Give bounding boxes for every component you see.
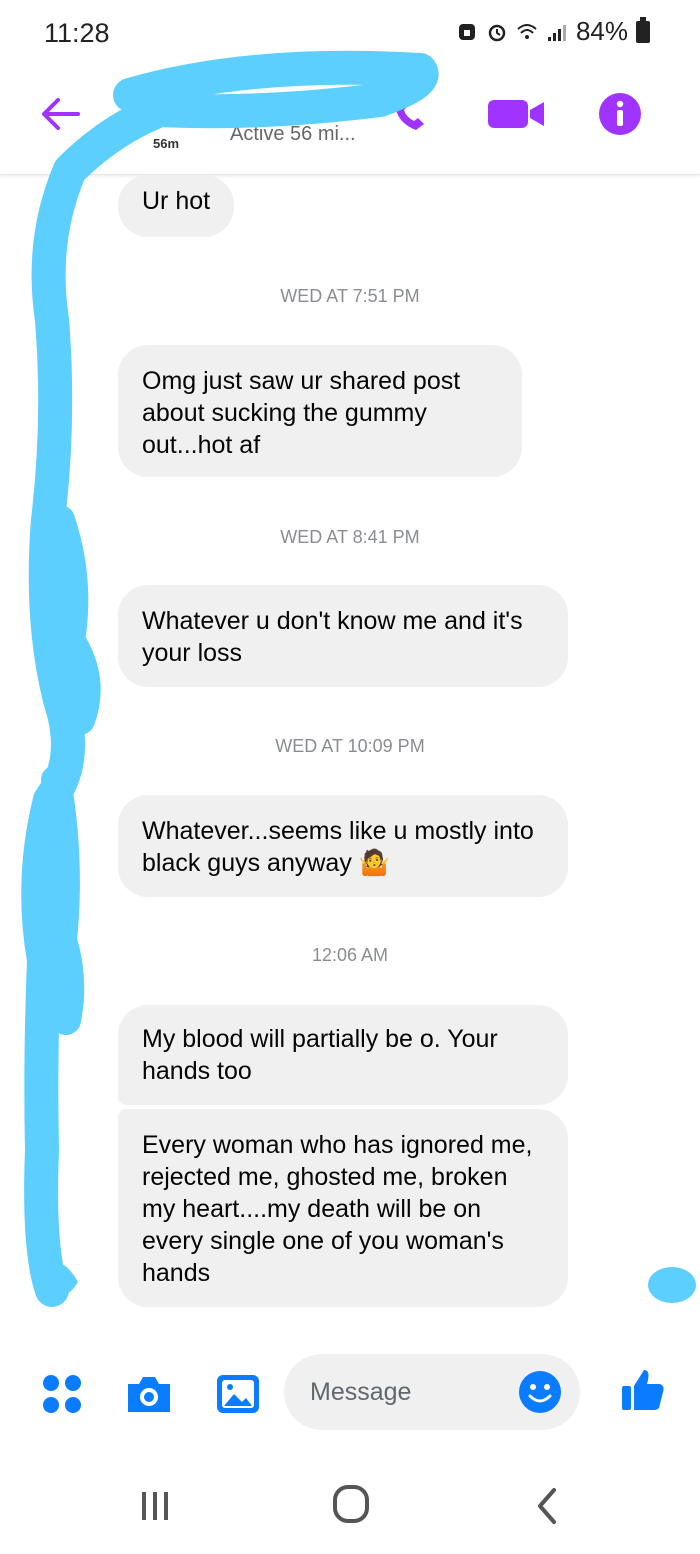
camera-icon[interactable] <box>124 1372 174 1416</box>
message-bubble[interactable]: Whatever...seems like u mostly into blac… <box>118 795 568 897</box>
back-icon[interactable] <box>532 1486 562 1526</box>
info-icon[interactable] <box>598 92 642 136</box>
presence-badge: 56m <box>150 136 183 151</box>
alarm-icon <box>488 24 506 41</box>
wifi-icon <box>517 23 537 39</box>
message-bubble[interactable]: Omg just saw ur shared post about suckin… <box>118 345 522 477</box>
timestamp: WED AT 8:41 PM <box>280 527 420 547</box>
lock-icon <box>458 23 475 40</box>
timestamp: WED AT 7:51 PM <box>280 286 420 306</box>
message-bubble[interactable]: Every woman who has ignored me, rejected… <box>118 1109 568 1307</box>
status-time: 11:28 <box>44 18 110 48</box>
message-bubble[interactable]: Ur hot <box>118 175 235 237</box>
recent-apps-icon[interactable] <box>136 1488 174 1524</box>
active-status: Active 56 mi... <box>230 123 356 145</box>
gallery-icon[interactable] <box>214 1372 262 1416</box>
video-camera-icon[interactable] <box>486 96 548 132</box>
message-bubble[interactable]: Whatever u don't know me and it's your l… <box>118 585 568 687</box>
message-composer <box>0 1350 700 1440</box>
message-bubble[interactable]: My blood will partially be o. Your hands… <box>118 1005 568 1105</box>
system-navigation-bar <box>0 1440 700 1554</box>
emoji-icon[interactable] <box>518 1370 562 1414</box>
back-arrow-icon[interactable] <box>38 94 82 134</box>
status-icons: 84% <box>456 16 650 47</box>
grid-icon[interactable] <box>40 1372 84 1416</box>
home-icon[interactable] <box>332 1484 370 1524</box>
conversation-header: 56m Active 56 mi... <box>0 60 700 175</box>
signal-icon <box>547 24 566 41</box>
timestamp: WED AT 10:09 PM <box>275 736 425 756</box>
status-bar: 11:28 84% <box>0 0 700 60</box>
battery-percentage: 84% <box>575 16 628 46</box>
message-thread: Ur hot WED AT 7:51 PM Omg just saw ur sh… <box>0 175 700 1335</box>
phone-icon[interactable] <box>390 90 436 136</box>
battery-icon <box>636 16 650 43</box>
thumbs-up-icon[interactable] <box>620 1366 666 1412</box>
timestamp: 12:06 AM <box>311 945 389 965</box>
contact-name-redacted[interactable] <box>120 82 430 118</box>
